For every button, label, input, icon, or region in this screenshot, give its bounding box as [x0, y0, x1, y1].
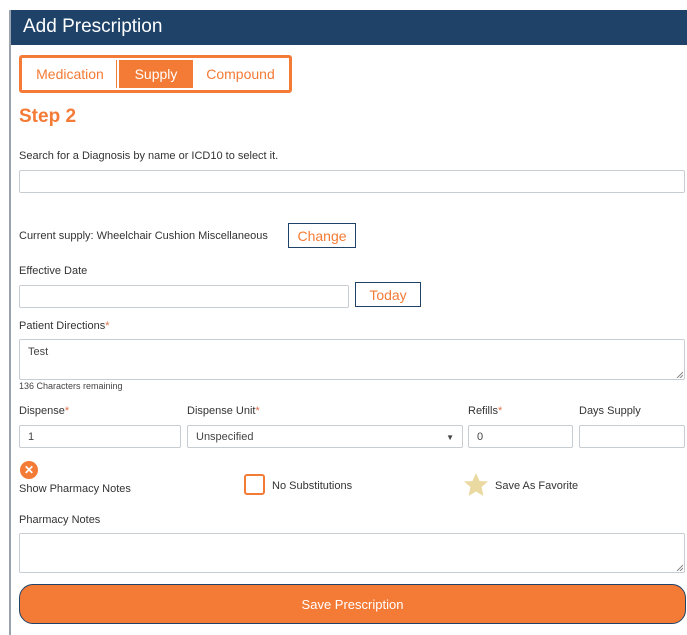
- refills-input[interactable]: 0: [468, 425, 573, 448]
- save-as-favorite-label[interactable]: Save As Favorite: [495, 480, 578, 492]
- days-supply-input[interactable]: [579, 425, 685, 448]
- title-bar: Add Prescription: [11, 10, 687, 45]
- prescription-type-tabs: Medication Supply Compound: [19, 55, 292, 93]
- dispense-unit-select[interactable]: Unspecified ▼: [187, 425, 463, 448]
- today-button[interactable]: Today: [355, 282, 421, 307]
- tab-medication[interactable]: Medication: [24, 60, 117, 88]
- current-supply-label: Current supply: Wheelchair Cushion Misce…: [19, 230, 268, 242]
- chevron-down-icon: ▼: [446, 433, 454, 442]
- effective-date-input[interactable]: [19, 285, 349, 308]
- dispense-input[interactable]: 1: [19, 425, 181, 448]
- tab-supply[interactable]: Supply: [119, 60, 193, 88]
- days-supply-label: Days Supply: [579, 405, 641, 417]
- dispense-unit-label: Dispense Unit*: [187, 405, 260, 417]
- refills-label: Refills*: [468, 405, 503, 417]
- effective-date-label: Effective Date: [19, 265, 88, 277]
- patient-directions-value: Test: [28, 346, 49, 358]
- dialog-title: Add Prescription: [23, 16, 163, 37]
- show-pharmacy-notes-toggle[interactable]: Show Pharmacy Notes: [19, 483, 131, 495]
- dispense-label: Dispense*: [19, 405, 70, 417]
- diagnosis-label: Search for a Diagnosis by name or ICD10 …: [19, 150, 279, 162]
- step-title: Step 2: [19, 106, 77, 127]
- change-supply-button[interactable]: Change: [288, 223, 356, 248]
- no-substitutions-label[interactable]: No Substitutions: [272, 480, 352, 492]
- patient-directions-textarea[interactable]: Test: [19, 339, 685, 380]
- save-prescription-button[interactable]: Save Prescription: [19, 584, 686, 624]
- characters-remaining: 136 Characters remaining: [19, 381, 123, 391]
- no-substitutions-checkbox[interactable]: [244, 474, 265, 495]
- dispense-unit-value: Unspecified: [196, 430, 254, 443]
- star-icon[interactable]: [463, 472, 489, 497]
- patient-directions-label: Patient Directions*: [19, 320, 110, 332]
- close-circle-icon[interactable]: ✕: [20, 461, 38, 479]
- diagnosis-search-input[interactable]: [19, 170, 685, 193]
- tab-compound[interactable]: Compound: [195, 60, 286, 88]
- resize-grip-icon[interactable]: [676, 371, 683, 378]
- resize-grip-icon[interactable]: [676, 564, 683, 571]
- pharmacy-notes-textarea[interactable]: [19, 533, 685, 573]
- pharmacy-notes-label: Pharmacy Notes: [19, 514, 101, 526]
